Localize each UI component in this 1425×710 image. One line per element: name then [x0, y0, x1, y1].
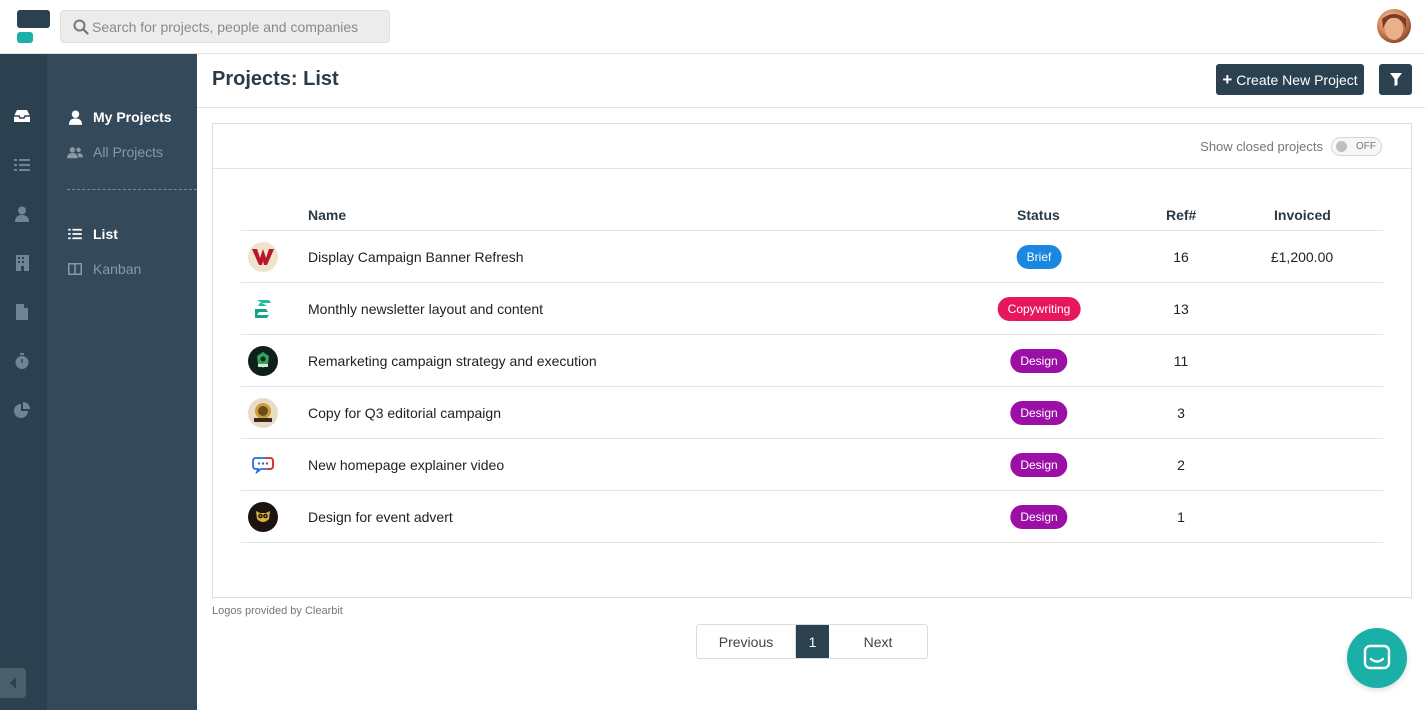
nav-my-projects-label: My Projects [93, 109, 172, 125]
status-badge: Design [1010, 453, 1068, 477]
filter-button[interactable] [1379, 64, 1412, 95]
project-subnav: My Projects All Projects List Kanban [47, 54, 197, 710]
plus-icon: + [1222, 70, 1233, 89]
project-ref: 1 [1177, 509, 1185, 525]
column-ref[interactable]: Ref# [1166, 207, 1196, 223]
table-row[interactable]: New homepage explainer video Design 2 [241, 439, 1383, 491]
document-icon[interactable] [12, 302, 32, 322]
chat-launcher-button[interactable] [1347, 628, 1407, 688]
speech-bubble-logo [248, 450, 278, 480]
page-title: Projects: List [212, 68, 339, 90]
projects-table: Name Status Ref# Invoiced Display Campai… [241, 194, 1383, 543]
project-name[interactable]: New homepage explainer video [308, 457, 504, 473]
user-avatar[interactable] [1377, 9, 1411, 43]
card-toolbar: Show closed projects OFF [213, 124, 1411, 169]
collapse-sidebar-button[interactable] [0, 668, 26, 698]
nav-all-projects-label: All Projects [93, 144, 164, 160]
project-name[interactable]: Copy for Q3 editorial campaign [308, 405, 501, 421]
table-header: Name Status Ref# Invoiced [241, 194, 1383, 231]
table-row[interactable]: Remarketing campaign strategy and execut… [241, 335, 1383, 387]
search-input[interactable] [92, 11, 382, 42]
toggle-knob [1336, 141, 1347, 152]
project-ref: 16 [1173, 249, 1189, 265]
project-ref: 2 [1177, 457, 1185, 473]
table-row[interactable]: Copy for Q3 editorial campaign Design 3 [241, 387, 1383, 439]
create-new-project-button[interactable]: + Create New Project [1216, 64, 1364, 95]
filter-icon [1389, 73, 1402, 86]
pie-chart-icon[interactable] [12, 400, 32, 420]
users-icon [67, 144, 83, 160]
pagination: Previous 1 Next [696, 624, 928, 659]
status-badge: Brief [1016, 245, 1062, 269]
w-logo [248, 242, 278, 272]
nav-all-projects[interactable]: All Projects [67, 141, 163, 163]
nav-kanban[interactable]: Kanban [67, 258, 141, 280]
show-closed-label: Show closed projects [1200, 139, 1323, 154]
stopwatch-icon[interactable] [12, 351, 32, 371]
chat-icon [1363, 644, 1391, 670]
nav-divider [67, 189, 197, 190]
columns-icon [67, 261, 83, 277]
inbox-icon[interactable] [12, 106, 32, 126]
table-row[interactable]: Display Campaign Banner Refresh Brief 16… [241, 231, 1383, 283]
toggle-state: OFF [1356, 141, 1376, 152]
clearbit-attribution[interactable]: Logos provided by Clearbit [212, 605, 343, 617]
current-page-button[interactable]: 1 [796, 625, 829, 658]
page-header: Projects: List + Create New Project [197, 54, 1425, 108]
status-badge: Copywriting [997, 297, 1081, 321]
icon-rail [0, 54, 47, 710]
table-row[interactable]: Design for event advert Design 1 [241, 491, 1383, 543]
project-ref: 13 [1173, 301, 1189, 317]
previous-page-button[interactable]: Previous [697, 625, 796, 658]
caret-left-icon [10, 677, 16, 689]
column-name[interactable]: Name [308, 207, 346, 223]
top-bar [0, 0, 1425, 54]
project-invoiced: £1,200.00 [1270, 249, 1334, 265]
status-badge: Design [1010, 505, 1068, 529]
column-invoiced[interactable]: Invoiced [1274, 207, 1331, 223]
project-name[interactable]: Design for event advert [308, 509, 453, 525]
list-icon[interactable] [12, 155, 32, 175]
brewery-logo [248, 398, 278, 428]
next-page-button[interactable]: Next [829, 625, 927, 658]
nav-kanban-label: Kanban [93, 261, 142, 277]
project-ref: 11 [1173, 353, 1189, 369]
show-closed-toggle[interactable]: OFF [1331, 137, 1382, 156]
user-icon[interactable] [12, 204, 32, 224]
status-badge: Design [1010, 401, 1068, 425]
search-icon [73, 19, 89, 35]
project-name[interactable]: Monthly newsletter layout and content [308, 301, 543, 317]
table-row[interactable]: Monthly newsletter layout and content Co… [241, 283, 1383, 335]
project-name[interactable]: Display Campaign Banner Refresh [308, 249, 524, 265]
user-icon [67, 109, 83, 125]
list-icon [67, 226, 83, 242]
search-box[interactable] [60, 10, 390, 43]
building-icon[interactable] [12, 253, 32, 273]
project-ref: 3 [1177, 405, 1185, 421]
nav-list[interactable]: List [67, 223, 118, 245]
column-status[interactable]: Status [1017, 207, 1060, 223]
owl-logo [248, 502, 278, 532]
nav-my-projects[interactable]: My Projects [67, 106, 172, 128]
nav-list-label: List [93, 226, 118, 242]
app-logo[interactable] [17, 10, 50, 44]
project-name[interactable]: Remarketing campaign strategy and execut… [308, 353, 597, 369]
status-badge: Design [1010, 349, 1068, 373]
green-badge-logo [248, 346, 278, 376]
create-new-project-label: Create New Project [1236, 71, 1358, 88]
s-logo [248, 294, 278, 324]
projects-card: Show closed projects OFF Name Status Ref… [212, 123, 1412, 598]
